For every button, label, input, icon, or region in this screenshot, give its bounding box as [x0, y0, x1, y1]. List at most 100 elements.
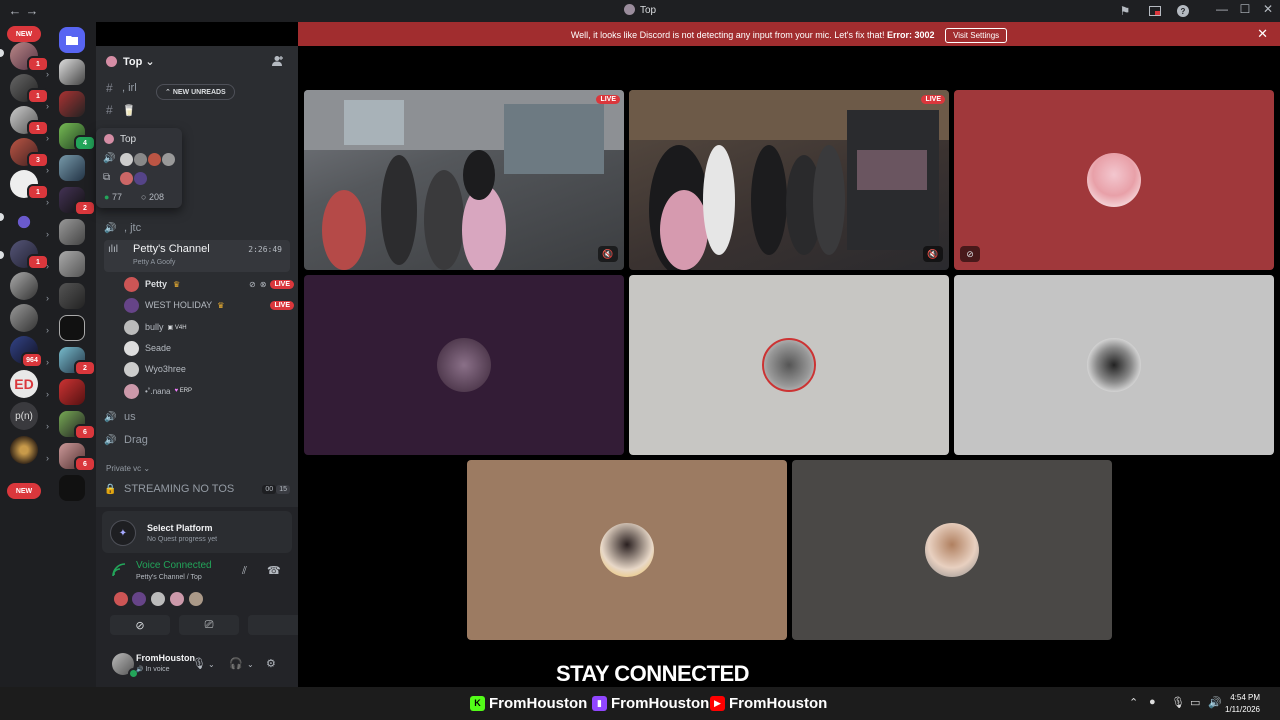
server-icon[interactable]: [10, 272, 38, 300]
channel-us[interactable]: 🔊 us: [104, 407, 290, 427]
voice-channel-name: Petty's Channel: [133, 243, 210, 255]
user-tile[interactable]: [304, 275, 624, 455]
stream-tile[interactable]: LIVE 🔇: [629, 90, 949, 270]
server-icon[interactable]: [59, 219, 85, 245]
chevron-right-icon: ›: [46, 165, 49, 175]
avatar: [762, 338, 816, 392]
user-tile[interactable]: [792, 460, 1112, 640]
server-icon[interactable]: [59, 315, 85, 341]
category-private-vc[interactable]: Private vc ⌄: [106, 464, 150, 473]
volume-tray-icon[interactable]: 🔊: [1208, 696, 1222, 709]
chevron-right-icon: ›: [46, 389, 49, 399]
window-title: Top: [0, 4, 1280, 16]
avatar: [132, 592, 146, 606]
user-name: WEST HOLIDAY: [145, 300, 213, 310]
server-icon[interactable]: [59, 155, 85, 181]
clock[interactable]: 4:54 PM 1/11/2026: [1225, 692, 1260, 716]
server-icon[interactable]: [59, 251, 85, 277]
guild-icon: [104, 134, 114, 144]
guild-tag: ▣ V4H: [168, 324, 187, 331]
invite-people-icon[interactable]: [272, 55, 284, 70]
app-tray-icon[interactable]: ●: [1149, 696, 1156, 708]
voice-user[interactable]: bully ▣ V4H: [124, 317, 294, 337]
avatar: [124, 383, 139, 399]
mention-badge: 2: [74, 360, 96, 376]
server-icon[interactable]: [10, 208, 38, 236]
voice-user[interactable]: •˚.nana ♥ ERP: [124, 381, 294, 401]
folder-icon[interactable]: [59, 27, 85, 53]
speaker-icon: 🔊: [104, 222, 117, 234]
avatar: [114, 592, 128, 606]
inbox-flag-icon[interactable]: ⚑: [1117, 3, 1133, 19]
voice-user[interactable]: WEST HOLIDAY ♛ LIVE: [124, 295, 294, 315]
avatar: [124, 361, 139, 377]
volume-muted-icon[interactable]: 🔇: [598, 246, 618, 262]
channel-name: 🥛: [122, 104, 136, 117]
crown-icon: ♛: [217, 300, 225, 310]
settings-gear-icon[interactable]: ⚙: [266, 657, 276, 670]
chevron-down-icon[interactable]: ⌄: [247, 660, 254, 669]
new-unreads-button[interactable]: ⌃ NEW UNREADS: [156, 84, 235, 100]
mention-badge: 2: [74, 200, 96, 216]
minimize-icon[interactable]: —: [1211, 2, 1233, 16]
server-icon[interactable]: ED: [10, 370, 38, 398]
camera-off-button[interactable]: ⊘: [110, 615, 170, 635]
channel-streaming[interactable]: 🔒 STREAMING NO TOS 00 15: [104, 479, 290, 499]
user-tile[interactable]: [954, 275, 1274, 455]
voice-user[interactable]: Petty ♛ ⊘ ⊗ LIVE: [124, 274, 294, 294]
stream-tile[interactable]: LIVE 🔇: [304, 90, 624, 270]
close-window-icon[interactable]: ✕: [1257, 2, 1279, 16]
channel-milk[interactable]: # 🥛: [106, 101, 292, 119]
category-name: Private vc: [106, 464, 142, 473]
pip-icon[interactable]: [1147, 3, 1163, 19]
voice-user[interactable]: Seade: [124, 338, 294, 358]
voice-channel-petty[interactable]: ılıl Petty's Channel Petty A Goofy 2:26:…: [104, 240, 290, 272]
mic-icon[interactable]: 🎙: [192, 657, 206, 670]
channel-jtc[interactable]: 🔊 , jtc: [104, 218, 290, 238]
server-icon[interactable]: [59, 91, 85, 117]
headphones-icon[interactable]: 🎧: [229, 657, 243, 670]
quest-card[interactable]: ✦ Select Platform No Quest progress yet: [102, 511, 292, 553]
chevron-up-icon[interactable]: ⌃: [1129, 696, 1138, 709]
chevron-down-icon[interactable]: ⌄: [208, 660, 215, 669]
stream-icon: ⧉: [103, 172, 111, 183]
server-icon[interactable]: [10, 436, 38, 464]
user-tile[interactable]: ⊘: [954, 90, 1274, 270]
new-pill[interactable]: NEW: [7, 483, 41, 499]
avatar: [1087, 338, 1141, 392]
user-tile[interactable]: [467, 460, 787, 640]
back-arrow-icon[interactable]: ←: [8, 3, 22, 18]
avatar: [124, 319, 139, 335]
display-tray-icon[interactable]: ▭: [1190, 696, 1200, 709]
chevron-right-icon: ›: [46, 197, 49, 207]
mic-tray-icon[interactable]: 🎙: [1171, 696, 1185, 709]
disconnect-icon[interactable]: ☎: [267, 564, 281, 577]
help-icon[interactable]: ?: [1175, 3, 1191, 19]
camera-off-icon[interactable]: ⊘: [960, 246, 980, 262]
volume-muted-icon[interactable]: 🔇: [923, 246, 943, 262]
voice-connected-status[interactable]: Voice Connected: [136, 560, 212, 571]
close-icon[interactable]: ✕: [1257, 26, 1268, 42]
maximize-icon[interactable]: ☐: [1234, 2, 1256, 16]
server-icon[interactable]: [59, 379, 85, 405]
screen-share-button[interactable]: ⎚: [179, 615, 239, 635]
screen-share-icon: ⎚: [204, 618, 214, 631]
voice-user[interactable]: Wyo3hree: [124, 359, 294, 379]
server-icon[interactable]: [59, 59, 85, 85]
server-icon[interactable]: [59, 475, 85, 501]
chevron-right-icon: ›: [46, 325, 49, 335]
kick-username: FromHouston: [489, 694, 588, 712]
server-icon[interactable]: p(n): [10, 402, 38, 430]
guild-header[interactable]: Top ⌄: [106, 55, 155, 68]
server-icon[interactable]: [10, 304, 38, 332]
user-name[interactable]: FromHouston: [136, 653, 195, 663]
visit-settings-button[interactable]: Visit Settings: [945, 28, 1008, 43]
new-pill[interactable]: NEW: [7, 26, 41, 42]
server-icon[interactable]: [59, 283, 85, 309]
noise-suppression-icon[interactable]: ⫽: [242, 565, 247, 578]
forward-arrow-icon[interactable]: →: [25, 3, 39, 18]
channel-drag[interactable]: 🔊 Drag: [104, 430, 290, 450]
user-tile[interactable]: [629, 275, 949, 455]
notice-error: Error: 3002: [887, 30, 935, 40]
voice-channel-path[interactable]: Petty's Channel / Top: [136, 574, 202, 581]
